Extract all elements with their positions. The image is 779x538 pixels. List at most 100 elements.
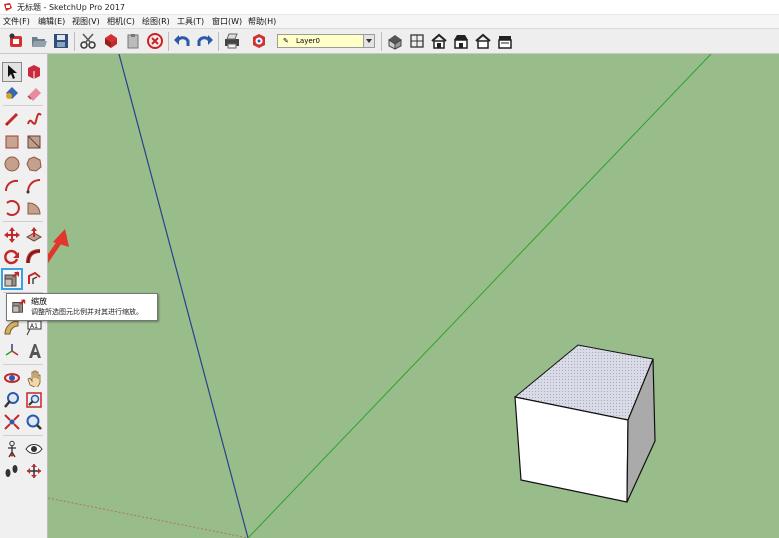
- chevron-down-icon[interactable]: [363, 35, 374, 47]
- follow-me-tool[interactable]: [25, 248, 43, 266]
- zoom-extents-tool[interactable]: [3, 413, 21, 431]
- offset-tool[interactable]: [25, 270, 43, 288]
- tool-separator: [3, 221, 43, 222]
- zoom-tool[interactable]: [3, 391, 21, 409]
- folder-open-icon: [32, 37, 47, 47]
- rotated-rectangle-tool[interactable]: [25, 133, 43, 151]
- pie-tool[interactable]: [25, 199, 43, 217]
- undo-button[interactable]: [173, 32, 191, 50]
- model-info-icon: [253, 34, 265, 48]
- new-file-button[interactable]: [7, 32, 25, 50]
- copy-icon: [105, 34, 117, 48]
- section-plane-tool[interactable]: [25, 462, 43, 480]
- three-point-arc-icon: [6, 200, 20, 216]
- menu-view[interactable]: 视图(V): [72, 16, 100, 27]
- magnifier-icon: [4, 392, 19, 408]
- front-view-button[interactable]: [430, 32, 448, 50]
- menu-camera[interactable]: 相机(C): [107, 16, 135, 27]
- red-axis: [48, 497, 249, 538]
- new-file-icon: [9, 33, 22, 47]
- paint-bucket-tool[interactable]: [3, 84, 21, 102]
- model-info-button[interactable]: [250, 32, 268, 50]
- axes-tool[interactable]: [3, 342, 21, 360]
- redo-button[interactable]: [196, 32, 214, 50]
- position-camera-tool[interactable]: [3, 440, 21, 458]
- rotate-tool[interactable]: [3, 248, 21, 266]
- cut-button[interactable]: [79, 32, 97, 50]
- orbit-tool[interactable]: [3, 369, 21, 387]
- pie-icon: [27, 202, 41, 215]
- scissors-icon: [80, 33, 96, 49]
- pan-tool[interactable]: [25, 369, 43, 387]
- walk-tool[interactable]: [3, 462, 21, 480]
- select-tool[interactable]: [2, 62, 22, 82]
- scale-icon: [12, 299, 26, 313]
- polygon-tool[interactable]: [25, 155, 43, 173]
- look-around-tool[interactable]: [25, 440, 43, 458]
- make-component-tool[interactable]: [25, 63, 43, 81]
- freehand-tool[interactable]: [25, 110, 43, 128]
- move-tool[interactable]: [3, 226, 21, 244]
- delete-circle-icon: [147, 33, 163, 49]
- 3d-text-tool[interactable]: [25, 342, 43, 360]
- toolbar-separator: [381, 32, 382, 51]
- line-tool[interactable]: [3, 110, 21, 128]
- two-point-arc-tool[interactable]: [25, 177, 43, 195]
- menu-tools[interactable]: 工具(T): [177, 16, 204, 27]
- component-icon: [28, 65, 40, 79]
- rectangle-tool[interactable]: [3, 133, 21, 151]
- menu-bar: 文件(F) 编辑(E) 视图(V) 相机(C) 绘图(R) 工具(T) 窗口(W…: [0, 15, 779, 28]
- zoom-window-tool[interactable]: [25, 391, 43, 409]
- menu-draw[interactable]: 绘图(R): [142, 16, 170, 27]
- rotate-icon: [4, 249, 19, 265]
- protractor-tool[interactable]: [3, 319, 21, 337]
- zoom-extents-icon: [4, 414, 20, 430]
- toolbar-separator: [168, 32, 169, 51]
- sketchup-logo-icon: [4, 3, 12, 11]
- right-view-button[interactable]: [452, 32, 470, 50]
- layer-name: ✎ Layer0: [278, 35, 363, 47]
- hand-icon: [27, 370, 41, 387]
- paste-button[interactable]: [124, 32, 142, 50]
- print-button[interactable]: [223, 32, 241, 50]
- tool-separator: [3, 105, 43, 106]
- scale-icon: [4, 271, 19, 287]
- scale-tool[interactable]: [1, 268, 23, 290]
- printer-icon: [225, 33, 239, 49]
- circle-icon: [4, 156, 20, 172]
- previous-view-tool[interactable]: [25, 413, 43, 431]
- svg-text:A1: A1: [30, 323, 38, 330]
- push-pull-icon: [25, 227, 43, 242]
- follow-me-icon: [26, 249, 41, 264]
- clipboard-icon: [127, 34, 139, 49]
- text-tool[interactable]: A1: [25, 319, 43, 337]
- left-view-button[interactable]: [496, 32, 514, 50]
- left-house-icon: [498, 36, 512, 49]
- arc-tool[interactable]: [3, 177, 21, 195]
- save-button[interactable]: [52, 32, 70, 50]
- erase-button[interactable]: [146, 32, 164, 50]
- back-view-button[interactable]: [474, 32, 492, 50]
- three-point-arc-tool[interactable]: [3, 199, 21, 217]
- menu-edit[interactable]: 编辑(E): [38, 16, 65, 27]
- push-pull-tool[interactable]: [25, 226, 43, 244]
- pencil-icon: ✎: [283, 37, 289, 45]
- tool-separator: [3, 364, 43, 365]
- open-button[interactable]: [30, 32, 48, 50]
- save-icon: [54, 34, 68, 48]
- top-view-button[interactable]: [408, 32, 426, 50]
- circle-tool[interactable]: [3, 155, 21, 173]
- layer-dropdown[interactable]: ✎ Layer0: [277, 34, 375, 48]
- toolbar-separator: [74, 32, 75, 51]
- eye-icon: [25, 444, 43, 454]
- menu-help[interactable]: 帮助(H): [248, 16, 276, 27]
- cube-model[interactable]: [513, 344, 656, 503]
- menu-file[interactable]: 文件(F): [3, 16, 30, 27]
- iso-view-button[interactable]: [386, 32, 404, 50]
- toolbar-separator: [218, 32, 219, 51]
- eraser-tool[interactable]: [25, 84, 43, 102]
- rotated-rectangle-icon: [27, 135, 41, 149]
- copy-button[interactable]: [102, 32, 120, 50]
- menu-window[interactable]: 窗口(W): [212, 16, 242, 27]
- tooltip-title: 缩放: [31, 297, 47, 306]
